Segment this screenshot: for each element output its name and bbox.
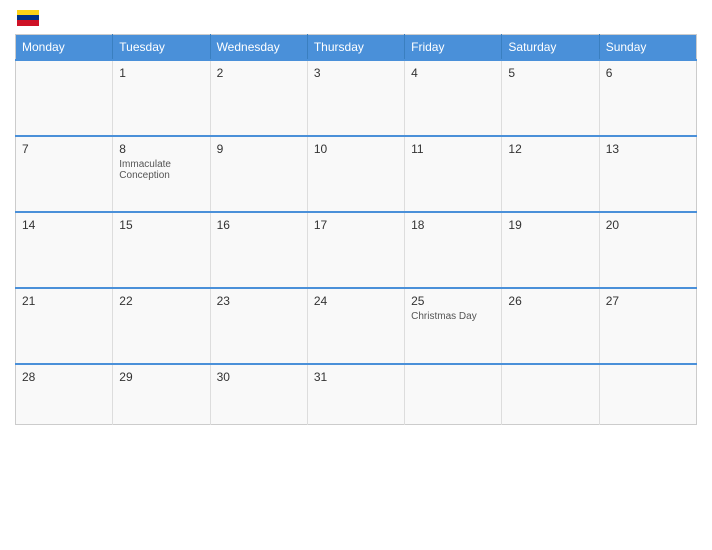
calendar-week-5: 28 29 30 31 [16,364,697,424]
day-number: 2 [217,66,301,80]
day-number: 14 [22,218,106,232]
day-number: 26 [508,294,592,308]
calendar-cell: 26 [502,288,599,364]
day-number: 9 [217,142,301,156]
col-thursday: Thursday [307,35,404,61]
calendar-week-3: 14 15 16 17 18 19 20 [16,212,697,288]
calendar-week-1: 123456 [16,60,697,136]
day-number: 11 [411,142,495,156]
calendar-cell: 30 [210,364,307,424]
calendar-cell: 31 [307,364,404,424]
calendar-cell: 22 [113,288,210,364]
col-monday: Monday [16,35,113,61]
day-number: 19 [508,218,592,232]
calendar-cell: 5 [502,60,599,136]
calendar-cell: 1 [113,60,210,136]
col-friday: Friday [405,35,502,61]
holiday-label: Christmas Day [411,311,495,322]
calendar-cell: 14 [16,212,113,288]
day-number: 18 [411,218,495,232]
calendar-cell: 18 [405,212,502,288]
calendar-header [15,10,697,26]
day-number: 23 [217,294,301,308]
calendar-cell: 19 [502,212,599,288]
calendar-cell: 29 [113,364,210,424]
calendar-cell: 17 [307,212,404,288]
day-number: 22 [119,294,203,308]
calendar-cell: 27 [599,288,696,364]
day-number: 28 [22,370,106,384]
day-number: 3 [314,66,398,80]
day-number: 24 [314,294,398,308]
calendar-cell: 21 [16,288,113,364]
calendar-cell: 2 [210,60,307,136]
day-number: 20 [606,218,690,232]
calendar-cell: 6 [599,60,696,136]
day-number: 25 [411,294,495,308]
calendar-cell [502,364,599,424]
logo [15,10,39,26]
col-saturday: Saturday [502,35,599,61]
day-number: 1 [119,66,203,80]
day-number: 8 [119,142,203,156]
calendar-cell: 13 [599,136,696,212]
calendar-week-4: 21 22 23 24 25 Christmas Day 26 27 [16,288,697,364]
day-number: 13 [606,142,690,156]
calendar-cell [16,60,113,136]
calendar-cell: 24 [307,288,404,364]
calendar-cell: 9 [210,136,307,212]
day-number: 21 [22,294,106,308]
calendar-header-row: Monday Tuesday Wednesday Thursday Friday… [16,35,697,61]
calendar-cell [405,364,502,424]
calendar-cell: 28 [16,364,113,424]
day-number: 4 [411,66,495,80]
calendar-cell: 3 [307,60,404,136]
day-number: 6 [606,66,690,80]
day-number: 5 [508,66,592,80]
calendar-cell: 7 [16,136,113,212]
day-number: 31 [314,370,398,384]
day-number: 15 [119,218,203,232]
calendar-cell: 11 [405,136,502,212]
day-number: 10 [314,142,398,156]
logo-flag-icon [17,10,39,26]
day-number: 12 [508,142,592,156]
calendar-cell: 8 Immaculate Conception [113,136,210,212]
day-number: 29 [119,370,203,384]
calendar-cell: 4 [405,60,502,136]
calendar-cell: 16 [210,212,307,288]
col-wednesday: Wednesday [210,35,307,61]
col-sunday: Sunday [599,35,696,61]
calendar-cell: 20 [599,212,696,288]
day-number: 17 [314,218,398,232]
calendar-week-2: 78 Immaculate Conception 9 10 11 12 13 [16,136,697,212]
day-number: 16 [217,218,301,232]
calendar-cell: 25 Christmas Day [405,288,502,364]
calendar-body: 12345678Immaculate Conception91011121314… [16,60,697,424]
calendar-cell: 15 [113,212,210,288]
calendar-cell: 10 [307,136,404,212]
day-number: 27 [606,294,690,308]
holiday-label: Immaculate Conception [119,159,203,181]
calendar-table: Monday Tuesday Wednesday Thursday Friday… [15,34,697,425]
calendar-cell: 12 [502,136,599,212]
calendar-cell: 23 [210,288,307,364]
calendar-cell [599,364,696,424]
day-number: 7 [22,142,106,156]
day-number: 30 [217,370,301,384]
col-tuesday: Tuesday [113,35,210,61]
